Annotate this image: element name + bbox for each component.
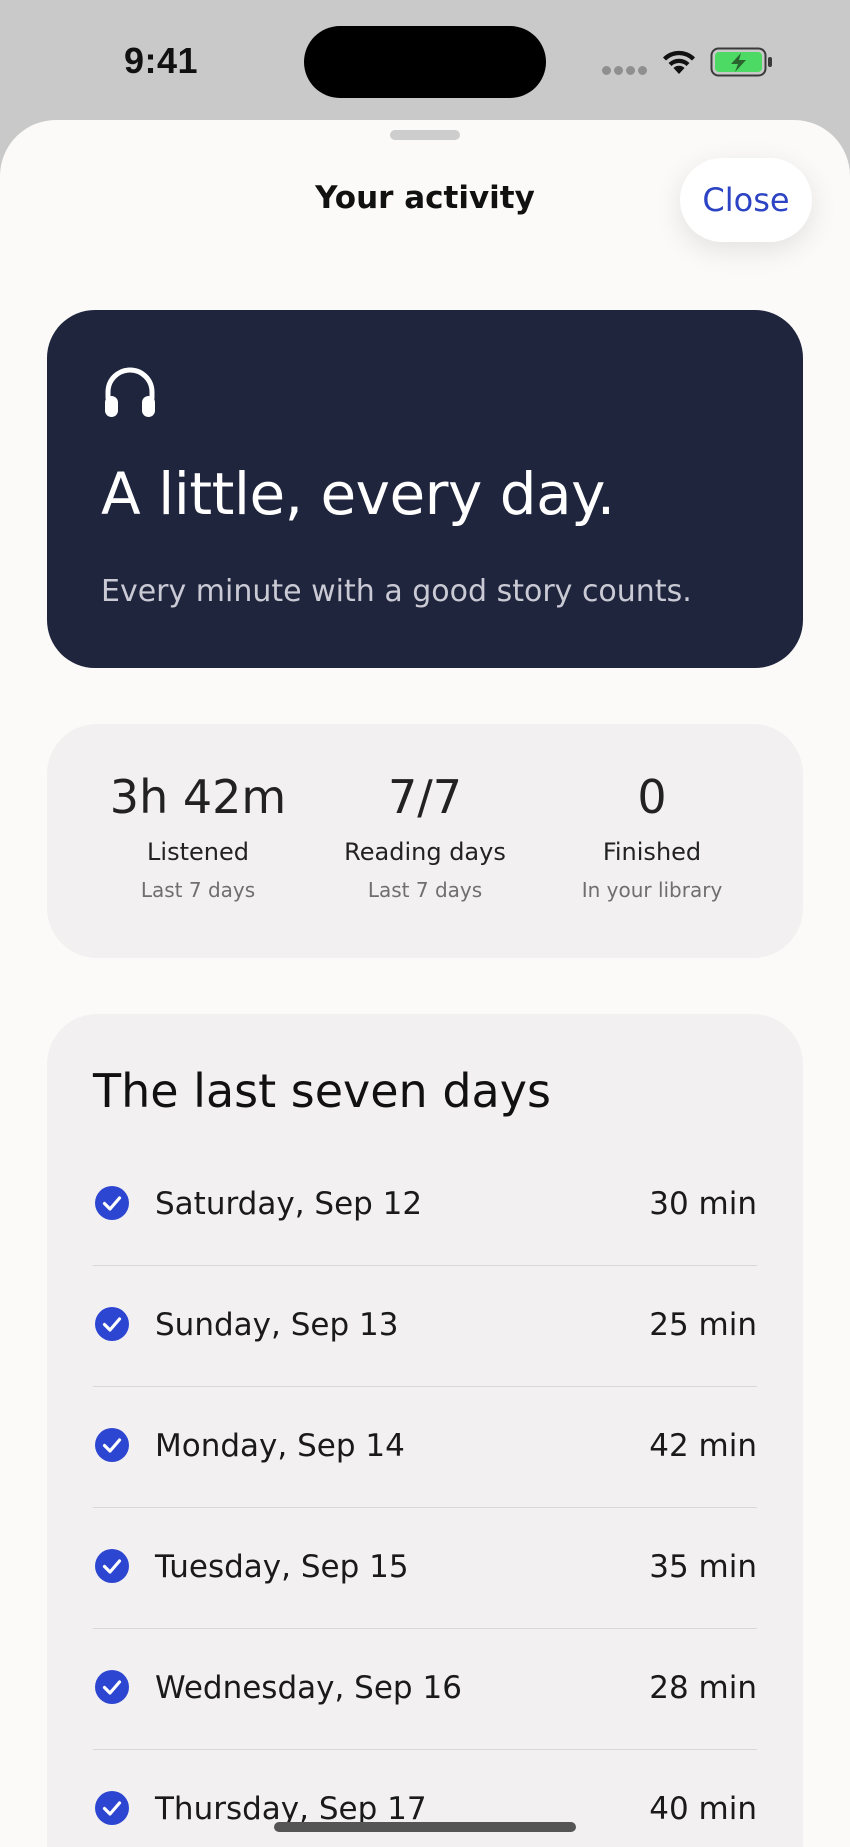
day-label: Sunday, Sep 13 xyxy=(155,1307,399,1343)
stat-reading-days: 7/7 Reading days Last 7 days xyxy=(305,770,545,902)
day-label: Tuesday, Sep 15 xyxy=(155,1549,409,1585)
day-row[interactable]: Monday, Sep 14 42 min xyxy=(93,1388,757,1508)
status-time: 9:41 xyxy=(124,40,199,81)
stat-value: 3h 42m xyxy=(109,770,287,824)
stat-listened: 3h 42m Listened Last 7 days xyxy=(78,770,318,902)
signal-dots-icon xyxy=(602,66,648,76)
hero-card: A little, every day. Every minute with a… xyxy=(47,310,803,668)
days-section-title: The last seven days xyxy=(93,1064,551,1118)
check-circle-icon xyxy=(95,1186,129,1220)
day-row[interactable]: Thursday, Sep 17 40 min xyxy=(93,1751,757,1847)
row-divider xyxy=(93,1265,757,1266)
home-indicator[interactable] xyxy=(274,1822,576,1832)
battery-charging-icon xyxy=(710,47,772,77)
check-circle-icon xyxy=(95,1549,129,1583)
row-divider xyxy=(93,1507,757,1508)
stat-value: 0 xyxy=(637,770,667,824)
row-divider xyxy=(93,1749,757,1750)
stat-label: Reading days xyxy=(344,838,506,866)
stat-value: 7/7 xyxy=(387,770,463,824)
stat-label: Finished xyxy=(602,838,702,866)
hero-title: A little, every day. xyxy=(101,460,615,528)
dynamic-island xyxy=(304,26,546,98)
check-circle-icon xyxy=(95,1670,129,1704)
stat-sub: Last 7 days xyxy=(140,878,256,902)
day-minutes: 28 min xyxy=(649,1670,757,1706)
day-row[interactable]: Tuesday, Sep 15 35 min xyxy=(93,1509,757,1629)
sheet-grabber[interactable] xyxy=(390,130,460,140)
stat-finished: 0 Finished In your library xyxy=(532,770,772,902)
stats-card: 3h 42m Listened Last 7 days 7/7 Reading … xyxy=(47,724,803,958)
day-row[interactable]: Saturday, Sep 12 30 min xyxy=(93,1146,757,1266)
day-row[interactable]: Sunday, Sep 13 25 min xyxy=(93,1267,757,1387)
check-circle-icon xyxy=(95,1791,129,1825)
day-row[interactable]: Wednesday, Sep 16 28 min xyxy=(93,1630,757,1750)
stat-label: Listened xyxy=(147,838,249,866)
row-divider xyxy=(93,1386,757,1387)
wifi-icon xyxy=(663,50,695,74)
stat-sub: In your library xyxy=(581,878,723,902)
check-circle-icon xyxy=(95,1307,129,1341)
headphones-icon xyxy=(105,367,155,417)
day-minutes: 30 min xyxy=(649,1186,757,1222)
close-button[interactable]: Close xyxy=(680,158,812,242)
check-circle-icon xyxy=(95,1428,129,1462)
day-minutes: 40 min xyxy=(649,1791,757,1827)
days-card: The last seven days Saturday, Sep 12 30 … xyxy=(47,1014,803,1847)
day-minutes: 42 min xyxy=(649,1428,757,1464)
hero-subtitle: Every minute with a good story counts. xyxy=(101,574,692,609)
day-label: Saturday, Sep 12 xyxy=(155,1186,423,1222)
row-divider xyxy=(93,1628,757,1629)
stat-sub: Last 7 days xyxy=(367,878,483,902)
day-minutes: 35 min xyxy=(649,1549,757,1585)
activity-sheet: Your activity Close A little, every day.… xyxy=(0,120,850,1847)
day-minutes: 25 min xyxy=(649,1307,757,1343)
day-label: Wednesday, Sep 16 xyxy=(155,1670,462,1706)
activity-screen: 9:41 Your activity Close A little, every… xyxy=(0,0,850,1847)
day-label: Monday, Sep 14 xyxy=(155,1428,405,1464)
